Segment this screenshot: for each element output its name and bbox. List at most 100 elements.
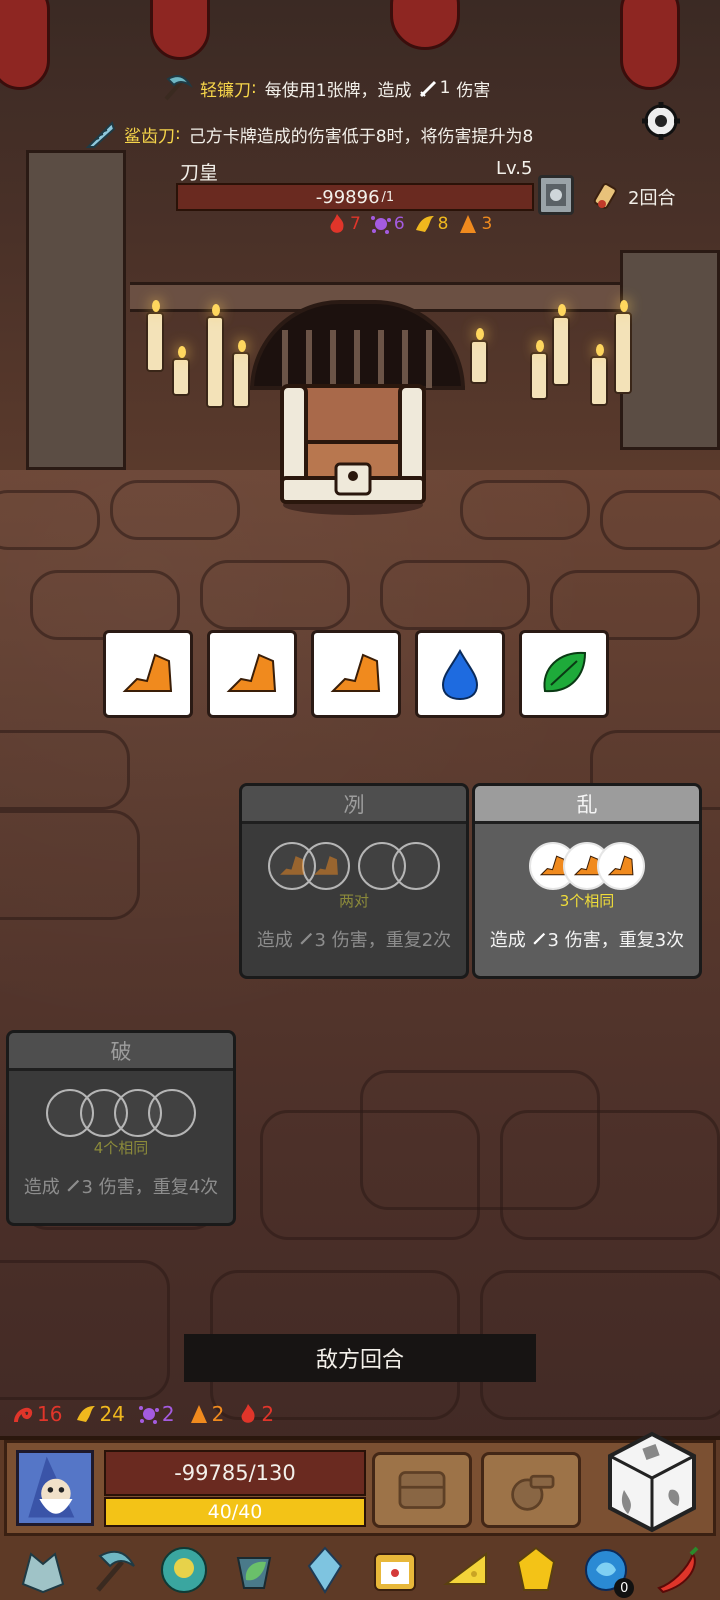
orange-fire-icon xyxy=(190,1405,207,1423)
player-stats: 16 24 2 2 2 xyxy=(12,1402,274,1426)
yellow-fire-icon xyxy=(415,216,434,232)
jade-mask-icon xyxy=(160,1547,207,1593)
enemy-stat: 7 xyxy=(325,212,361,236)
die-orange-rock[interactable] xyxy=(311,630,401,718)
sword-icon xyxy=(419,80,436,98)
yellow-fire-icon xyxy=(77,1406,96,1422)
left-pillar xyxy=(26,150,126,470)
sickle-icon xyxy=(95,1550,135,1592)
purple-splat-icon xyxy=(138,1406,159,1424)
gold-gem-icon xyxy=(516,1546,556,1591)
relic-line-shark-blade: 鲨齿刀 : 己方卡牌造成的伤害低于8时，将伤害提升为8 xyxy=(0,114,720,154)
slot-filled xyxy=(597,842,645,890)
enemy-stat: 6 xyxy=(369,212,405,236)
red-flame-icon xyxy=(330,214,344,233)
dice-roll-button[interactable] xyxy=(604,1430,700,1534)
skill-card-lie[interactable]: 冽 两对 造成 3 伤害，重复2次 xyxy=(239,783,469,979)
relic-cheese[interactable] xyxy=(438,1542,494,1598)
orange-rock-icon xyxy=(280,856,304,875)
relic-gold-gem[interactable] xyxy=(508,1542,564,1598)
enemy-hp-bar: -99896 /1 xyxy=(176,183,534,211)
player-stat: 24 xyxy=(74,1402,125,1426)
enemy-name: 刀皇 xyxy=(180,162,219,184)
sword-icon xyxy=(299,932,312,945)
relic-dragon-skull[interactable] xyxy=(15,1542,71,1598)
orange-rock-icon xyxy=(330,653,381,692)
skill-title: 破 xyxy=(9,1033,233,1071)
leaf-cup-icon xyxy=(237,1557,272,1589)
red-swirl-icon xyxy=(14,1407,33,1423)
chest-action-button[interactable] xyxy=(372,1452,472,1528)
player-stat: 2 xyxy=(187,1402,224,1426)
dragon-skull-icon xyxy=(21,1552,65,1594)
die-blue-drop[interactable] xyxy=(415,630,505,718)
red-chili-icon xyxy=(656,1546,699,1594)
red-flame-icon xyxy=(241,1404,255,1423)
skill-condition: 两对 xyxy=(338,892,369,910)
whistle-icon xyxy=(511,1474,555,1511)
sword-icon xyxy=(532,932,545,945)
enemy-stat: 3 xyxy=(456,212,492,236)
relic-line-sickle: 轻镰刀 : 每使用1张牌，造成 1 伤害 xyxy=(0,68,720,108)
ice-crystal-icon xyxy=(307,1546,342,1594)
relic-damage: 1 xyxy=(439,78,451,98)
skill-title: 冽 xyxy=(242,786,466,824)
turn-banner: 敌方回合 xyxy=(184,1334,536,1382)
skill-condition: 3个相同 xyxy=(559,892,615,910)
enemy-hp-max: /1 xyxy=(381,189,395,205)
skill-card-luan[interactable]: 乱 3个相同 造成 3 伤害，重复3次 xyxy=(472,783,702,979)
right-pillar xyxy=(620,250,720,450)
skill-effect: 造成 3 伤害，重复2次 xyxy=(256,930,452,951)
skill-slots xyxy=(475,842,699,890)
slot-empty xyxy=(392,842,440,890)
die-green-leaf[interactable] xyxy=(519,630,609,718)
skill-card-po[interactable]: 破 4个相同 造成 3 伤害，重复4次 xyxy=(6,1030,236,1226)
enemy-intent-icon[interactable] xyxy=(538,175,574,215)
skill-slots xyxy=(242,842,466,890)
scroll-icon xyxy=(593,183,617,209)
sword-icon xyxy=(66,1179,79,1192)
enemy-stats: 7 6 8 3 xyxy=(325,212,492,236)
relic-red-chili[interactable] xyxy=(649,1542,705,1598)
player-avatar[interactable] xyxy=(16,1450,94,1526)
relic-ice-crystal[interactable] xyxy=(297,1542,353,1598)
die-orange-rock[interactable] xyxy=(207,630,297,718)
relic-bar: 0 xyxy=(0,1540,720,1600)
relic-jade-mask[interactable] xyxy=(156,1542,212,1598)
relic-blue-orb[interactable]: 0 xyxy=(578,1542,635,1598)
relic-dice-box[interactable] xyxy=(367,1542,423,1598)
cheese-icon xyxy=(442,1552,487,1585)
relic-name: 轻镰刀 xyxy=(200,80,251,101)
blue-drop-icon xyxy=(441,648,479,701)
skill-condition: 4个相同 xyxy=(93,1139,149,1157)
player-hp-bar: -99785/130 xyxy=(104,1450,366,1496)
relic-leaf-cup[interactable] xyxy=(226,1542,282,1598)
orange-rock-icon xyxy=(314,856,338,875)
relic-name: 鲨齿刀 xyxy=(124,126,175,147)
green-leaf-icon xyxy=(543,651,587,693)
orange-rock-icon xyxy=(122,653,173,692)
chest-icon xyxy=(398,1471,446,1509)
player-stat: 2 xyxy=(137,1402,175,1426)
relic-sickle[interactable] xyxy=(86,1542,142,1598)
enemy-level: Lv.5 xyxy=(496,158,533,179)
enemy-hp-value: -99896 xyxy=(315,186,380,208)
relic-desc: 每使用1张牌，造成 xyxy=(264,80,412,101)
orange-fire-icon xyxy=(460,215,477,233)
shark-blade-icon xyxy=(85,121,116,148)
skill-slots xyxy=(9,1089,233,1137)
orange-rock-icon xyxy=(607,855,634,876)
whistle-action-button[interactable] xyxy=(481,1452,581,1528)
treasure-chest[interactable] xyxy=(278,380,428,515)
player-stat: 16 xyxy=(12,1402,62,1426)
die-orange-rock[interactable] xyxy=(103,630,193,718)
rolled-dice xyxy=(103,630,609,718)
enemy-stat: 8 xyxy=(413,212,448,236)
skill-effect: 造成 3 伤害，重复3次 xyxy=(489,930,685,951)
player-stat: 2 xyxy=(236,1402,274,1426)
gear-icon[interactable] xyxy=(640,100,682,142)
round-text: 2回合 xyxy=(628,188,676,209)
slot-empty xyxy=(148,1089,196,1137)
purple-splat-icon xyxy=(370,216,391,234)
relic-desc: 己方卡牌造成的伤害低于8时，将伤害提升为8 xyxy=(188,126,534,147)
